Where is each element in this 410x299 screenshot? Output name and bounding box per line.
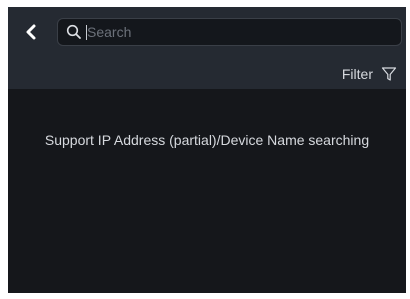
chevron-left-icon	[26, 24, 36, 40]
search-input[interactable]	[87, 20, 387, 44]
filter-label: Filter	[341, 66, 373, 82]
back-button[interactable]	[22, 21, 42, 43]
search-box[interactable]	[57, 18, 402, 46]
search-screen: Filter Support IP Address (partial)/Devi…	[8, 7, 406, 293]
search-hint-text: Support IP Address (partial)/Device Name…	[44, 132, 370, 148]
search-icon	[66, 24, 81, 39]
filter-icon	[381, 67, 397, 81]
top-bar: Filter	[8, 7, 406, 89]
filter-button[interactable]: Filter	[342, 64, 397, 84]
